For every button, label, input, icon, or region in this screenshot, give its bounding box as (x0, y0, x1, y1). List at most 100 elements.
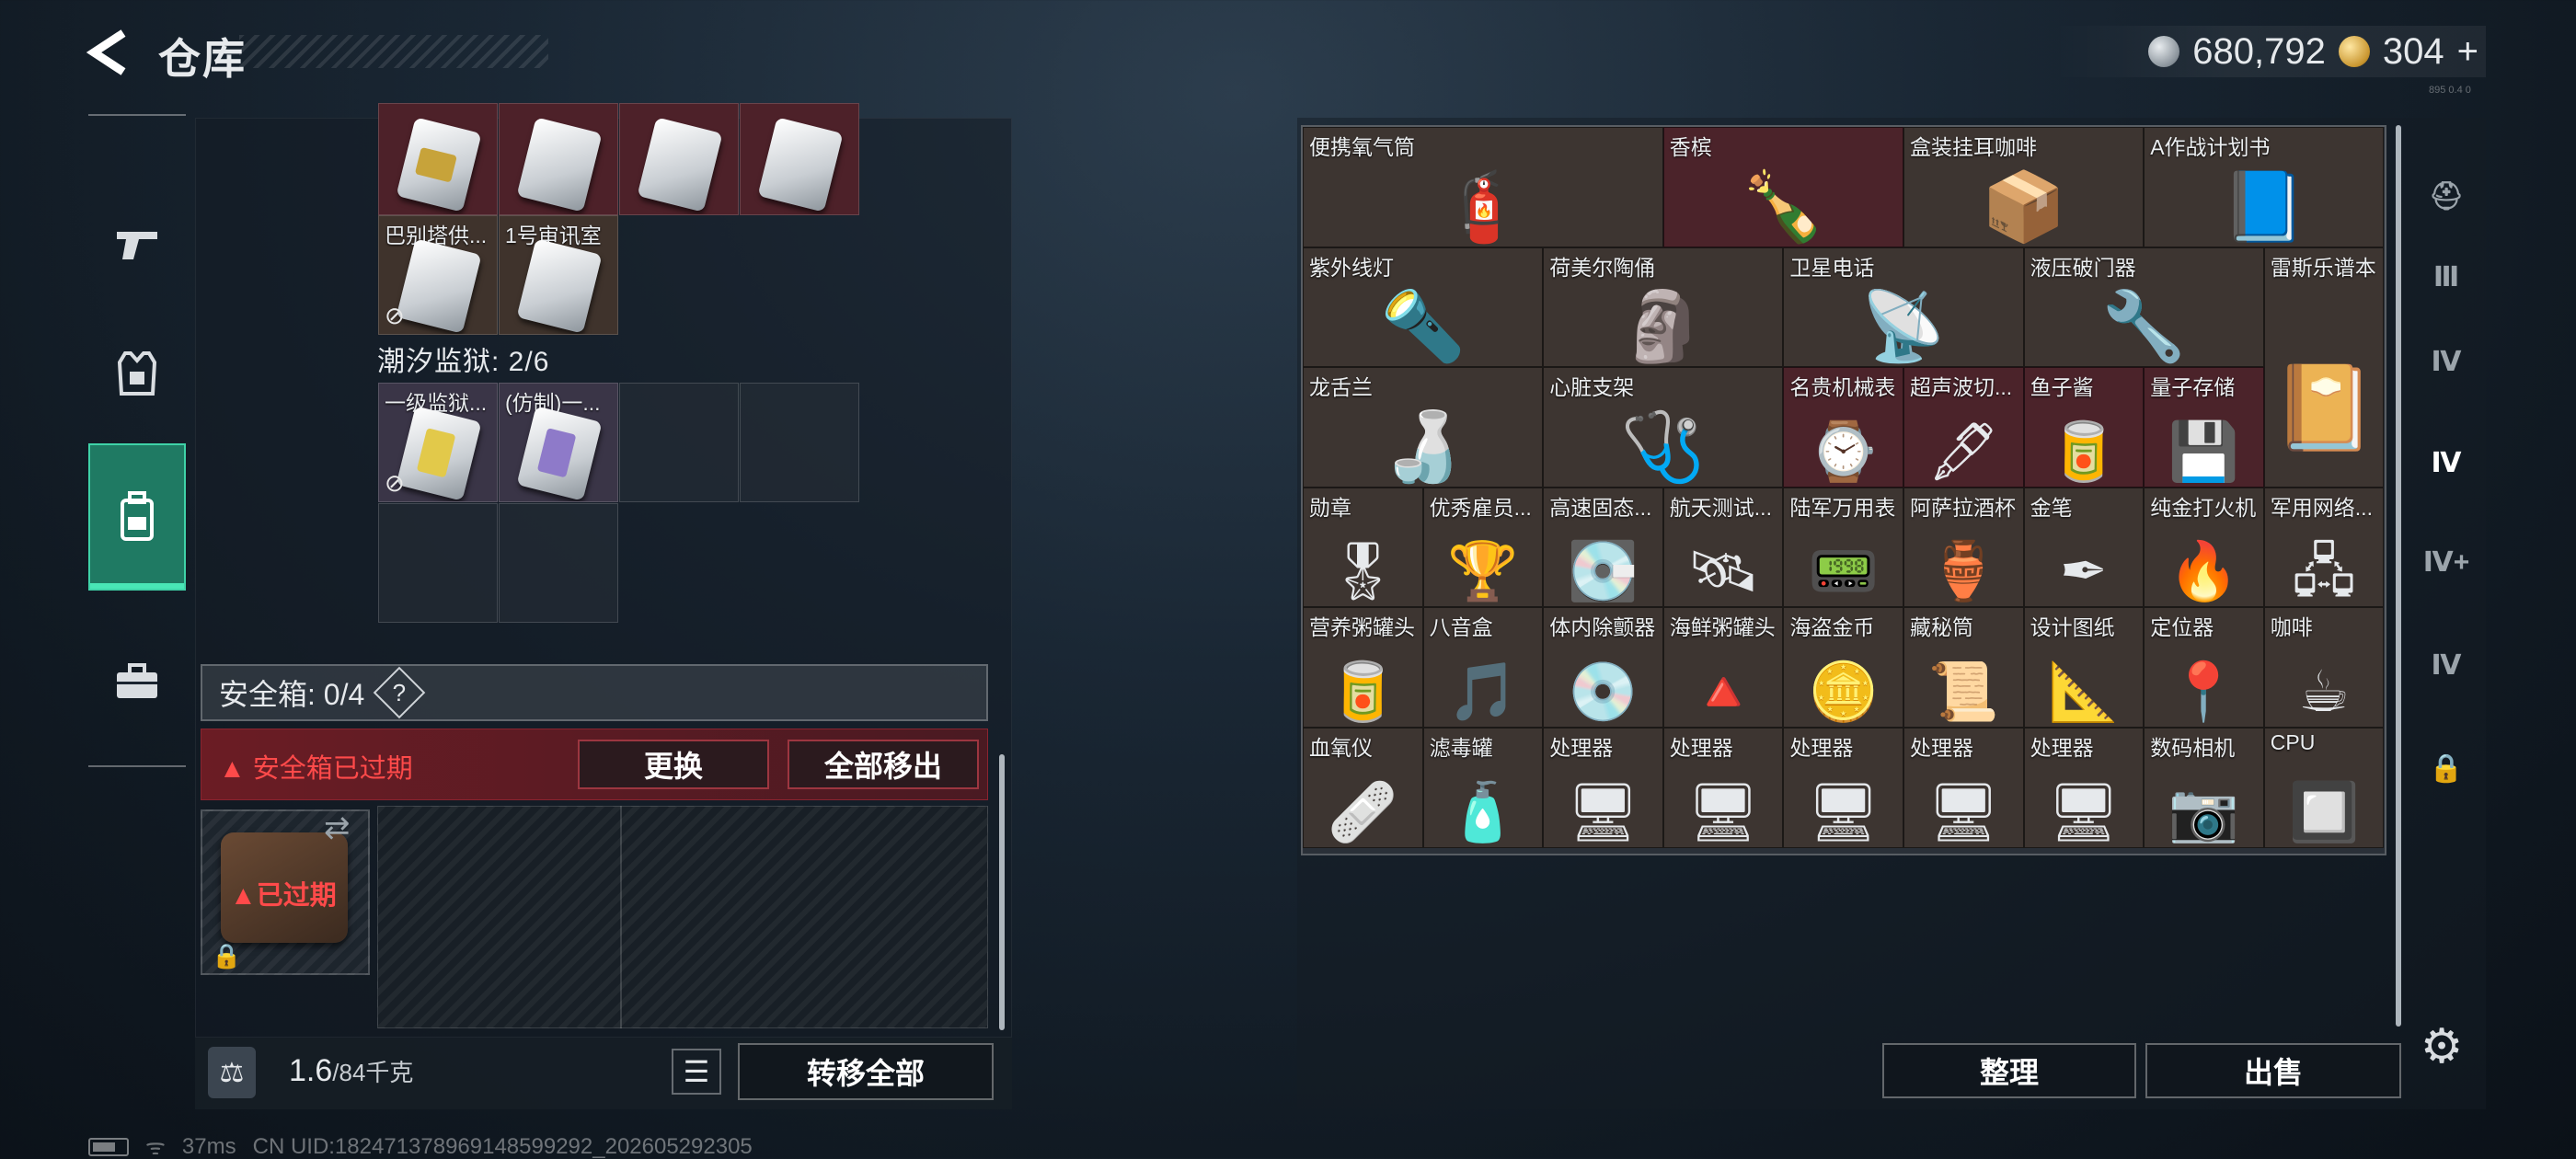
remove-all-button[interactable]: 全部移出 (788, 740, 979, 789)
warehouse-item[interactable]: 滤毒罐 🧴 (1422, 728, 1544, 848)
warehouse-item[interactable]: A作战计划书 📘 (2144, 127, 2385, 247)
item-icon: 🧯 (1440, 167, 1525, 245)
warehouse-item[interactable]: 纯金打火机 🔥 (2144, 487, 2264, 608)
warehouse-item[interactable]: 航天测试... 🛰 (1662, 487, 1784, 608)
warehouse-item[interactable]: CPU 🔲 (2263, 728, 2385, 848)
help-icon: ? (393, 678, 407, 706)
transfer-all-button[interactable]: 转移全部 (738, 1043, 994, 1100)
warehouse-item[interactable]: 数码相机 📷 (2144, 728, 2264, 848)
warehouse-item[interactable]: 海鲜粥罐头 🔺 (1662, 607, 1784, 728)
warehouse-item[interactable]: 便携氧气筒 🧯 (1303, 127, 1663, 247)
warehouse-item[interactable]: 龙舌兰 🍶 (1303, 367, 1544, 488)
add-currency-button[interactable]: + (2457, 31, 2478, 73)
help-button[interactable]: ? (373, 666, 426, 719)
warehouse-item[interactable]: 血氧仪 🩹 (1303, 728, 1423, 848)
warehouse-item[interactable]: 设计图纸 📐 (2023, 607, 2145, 728)
warehouse-item[interactable]: 八音盒 🎵 (1422, 607, 1544, 728)
warehouse-item[interactable]: 盒装挂耳咖啡 📦 (1903, 127, 2145, 247)
key-item[interactable] (619, 103, 739, 215)
item-label: 纯金打火机 (2150, 495, 2257, 520)
warehouse-item[interactable]: 处理器 🖥 (1783, 728, 1903, 848)
warehouse-scrollbar[interactable] (2396, 125, 2401, 1027)
key-item[interactable] (378, 103, 498, 215)
warehouse-item[interactable]: 超声波切... 🖋 (1903, 367, 2024, 488)
warehouse-item[interactable]: 心脏支架 🩺 (1543, 367, 1784, 488)
keycard-icon (757, 117, 844, 212)
warehouse-item[interactable]: 液压破门器 🔧 (2023, 247, 2264, 368)
warehouse-item[interactable]: 优秀雇员... 🏆 (1422, 487, 1544, 608)
warehouse-item[interactable]: 藏秘筒 📜 (1903, 607, 2024, 728)
warehouse-item[interactable]: 军用网络... 🖧 (2263, 487, 2385, 608)
warehouse-item[interactable]: 阿萨拉酒杯 🏺 (1903, 487, 2024, 608)
item-icon: 📟 (1808, 540, 1880, 604)
key-item[interactable] (740, 103, 859, 215)
warehouse-item[interactable]: 紫外线灯 🔦 (1303, 247, 1544, 368)
tier4-box-tab[interactable]: Ⅳ (2407, 412, 2486, 513)
item-icon: 🪙 (1808, 660, 1880, 724)
key-item[interactable]: (仿制)一... (499, 383, 618, 502)
empty-slot[interactable] (499, 503, 618, 623)
key-item[interactable]: 巴别塔供... ⊘ (378, 215, 498, 335)
warehouse-item[interactable]: 香槟 🍾 (1662, 127, 1903, 247)
item-icon: 📘 (2221, 167, 2306, 245)
warehouse-item[interactable]: 荷美尔陶俑 🗿 (1543, 247, 1784, 368)
locked-tab[interactable]: 🔒 (2407, 717, 2486, 819)
nav-weapons[interactable] (88, 171, 186, 318)
item-label: CPU (2270, 730, 2316, 754)
warehouse-item[interactable]: 量子存储 💾 (2144, 367, 2264, 488)
back-button[interactable] (85, 29, 136, 75)
nav-backpack[interactable] (88, 443, 186, 591)
empty-slot[interactable] (619, 383, 739, 502)
warehouse-item[interactable]: 处理器 🖥 (1543, 728, 1663, 848)
left-nav (88, 114, 186, 767)
tier4-key-tab[interactable]: Ⅳ (2407, 614, 2486, 716)
item-icon: 🖥 (1926, 780, 2000, 844)
warehouse-item[interactable]: 处理器 🖥 (1662, 728, 1784, 848)
sell-button[interactable]: 出售 (2145, 1043, 2401, 1098)
safe-box-grid[interactable] (377, 806, 988, 1028)
right-rail: ⛑ Ⅲ Ⅳ Ⅳ Ⅳ+ Ⅳ 🔒 (2407, 118, 2486, 1109)
key-item[interactable]: 一级监狱... ⊘ (378, 383, 498, 502)
warehouse-item[interactable]: 高速固态... 💽 (1543, 487, 1663, 608)
replace-button[interactable]: 更换 (578, 740, 769, 789)
nav-case[interactable] (88, 631, 186, 732)
item-label: 阿萨拉酒杯 (1910, 495, 2016, 520)
warehouse-item[interactable]: 名贵机械表 ⌚ (1783, 367, 1903, 488)
item-label: 定位器 (2150, 615, 2214, 640)
keycard-icon (396, 238, 482, 334)
warehouse-item[interactable]: 咖啡 ☕ (2263, 607, 2385, 728)
item-icon: 🖧 (2292, 540, 2356, 604)
item-icon: 🛰 (1686, 540, 1760, 604)
warehouse-item[interactable]: 陆军万用表 📟 (1783, 487, 1903, 608)
item-label: 藏秘筒 (1910, 615, 1973, 640)
item-icon: 🖥 (1807, 780, 1880, 844)
warehouse-item[interactable]: 鱼子酱 🥫 (2023, 367, 2145, 488)
warehouse-item[interactable]: 卫星电话 📡 (1783, 247, 2024, 368)
warehouse-item[interactable]: 金笔 ✒ (2023, 487, 2145, 608)
nav-armor[interactable] (88, 300, 186, 447)
tier4-medkit-tab[interactable]: Ⅳ+ (2407, 511, 2486, 613)
backpack-scrollbar[interactable] (999, 754, 1005, 1030)
item-label: 超声波切... (1910, 375, 2013, 400)
key-item[interactable]: 1号审讯室 (499, 215, 618, 335)
warehouse-item[interactable]: 勋章 🎖 (1303, 487, 1423, 608)
warehouse-item[interactable]: 海盗金币 🪙 (1783, 607, 1903, 728)
item-icon: 📜 (1927, 660, 1999, 724)
warehouse-item[interactable]: 处理器 🖥 (2023, 728, 2145, 848)
tier4-gun-tab[interactable]: Ⅳ (2407, 311, 2486, 412)
item-label: 名贵机械表 (1789, 375, 1896, 400)
key-item[interactable] (499, 103, 618, 215)
sort-button[interactable]: 整理 (1882, 1043, 2136, 1098)
list-view-button[interactable]: ☰ (672, 1049, 721, 1095)
empty-slot[interactable] (740, 383, 859, 502)
warehouse-item[interactable]: 定位器 📍 (2144, 607, 2264, 728)
warehouse-item[interactable]: 营养粥罐头 🥫 (1303, 607, 1423, 728)
item-label: 处理器 (1669, 736, 1733, 760)
warehouse-item[interactable]: 雷斯乐谱本 📔 (2263, 247, 2385, 488)
settings-button[interactable]: ⚙ (2414, 1019, 2469, 1074)
swap-icon[interactable]: ⇄ (324, 809, 351, 846)
warehouse-item[interactable]: 处理器 🖥 (1903, 728, 2024, 848)
empty-slot[interactable] (378, 503, 498, 623)
warehouse-item[interactable]: 体内除颤器 💿 (1543, 607, 1663, 728)
item-icon: 🥫 (2048, 419, 2120, 484)
